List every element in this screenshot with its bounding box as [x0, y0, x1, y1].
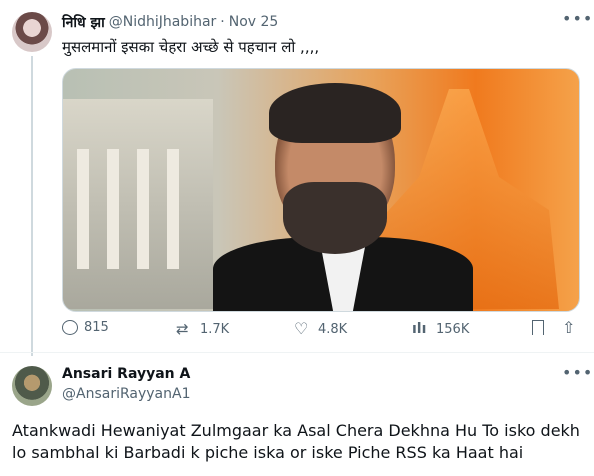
tweet-media-image[interactable]	[62, 68, 580, 312]
tweet-header: निधि झा @NidhiJhabihar · Nov 25 •••	[62, 11, 592, 32]
building-column	[77, 149, 89, 269]
thread-line	[31, 56, 33, 356]
retweet-icon: ⇄	[176, 320, 189, 338]
like-icon: ♡	[294, 319, 309, 338]
like-button[interactable]: ♡ 4.8K	[294, 320, 347, 338]
building-column	[107, 149, 119, 269]
views-count: 156K	[436, 321, 470, 337]
reply-icon	[62, 320, 78, 335]
retweet-count: 1.7K	[200, 321, 230, 337]
person-portrait	[213, 83, 473, 311]
separator: ·	[220, 14, 225, 30]
beard	[283, 182, 387, 254]
tweet-text: मुसलमानों इसका चेहरा अच्छे से पहचान लो ,…	[62, 38, 320, 56]
views-icon: ılı	[412, 321, 427, 337]
reply-user-handle[interactable]: @AnsariRayyanA1	[62, 386, 190, 402]
reply-more-icon[interactable]: •••	[562, 365, 592, 386]
share-icon[interactable]: ⇧	[562, 318, 575, 337]
reply-display-name[interactable]: Ansari Rayyan A	[62, 366, 190, 382]
tweet-actions: 815 ⇄ 1.7K ♡ 4.8K ılı 156K ⇧	[62, 318, 578, 340]
reply-avatar[interactable]	[12, 366, 52, 406]
user-handle[interactable]: @NidhiJhabihar	[109, 14, 217, 30]
reply-button[interactable]: 815	[62, 320, 109, 335]
building-graphic	[63, 99, 213, 309]
timestamp[interactable]: Nov 25	[229, 14, 279, 30]
display-name[interactable]: निधि झा	[62, 13, 105, 32]
building-column	[167, 149, 179, 269]
like-count: 4.8K	[318, 321, 348, 337]
retweet-button[interactable]: ⇄ 1.7K	[176, 320, 229, 338]
divider	[0, 352, 594, 353]
hair	[269, 83, 401, 143]
building-column	[137, 149, 149, 269]
reply-text: Atankwadi Hewaniyat Zulmgaar ka Asal Che…	[12, 421, 580, 462]
bookmark-icon[interactable]	[532, 320, 544, 335]
more-icon[interactable]: •••	[562, 11, 592, 32]
avatar[interactable]	[12, 12, 52, 52]
reply-count: 815	[84, 320, 109, 335]
views-button[interactable]: ılı 156K	[412, 320, 469, 338]
